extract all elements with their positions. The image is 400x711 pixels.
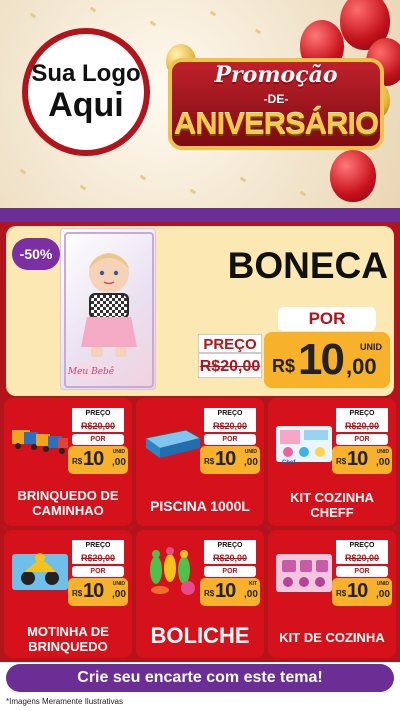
product-card[interactable]: PREÇO R$20,00 POR R$ 10 ,00 UNID BRINQUE… — [4, 398, 132, 526]
por-label: POR — [72, 566, 124, 577]
svg-text:Chef: Chef — [282, 460, 296, 466]
preco-label: PREÇO — [336, 408, 388, 420]
price-box: R$ 10 ,00 UNID — [68, 446, 128, 474]
header-banner: Sua Logo Aqui Promoção -DE- ANIVERSÁRIO — [0, 0, 400, 208]
featured-preco-label: PREÇO — [198, 334, 262, 353]
por-label: POR — [72, 434, 124, 445]
featured-price-int: 10 — [298, 335, 345, 384]
truck-toy-icon — [12, 430, 68, 454]
promo-de: -DE- — [263, 92, 289, 106]
featured-unit: UNID — [360, 342, 382, 352]
disclaimer: *Imagens Meramente Ilustrativas — [6, 697, 123, 706]
price-box: R$ 10 ,00 UNID — [332, 578, 392, 606]
price-cents: ,00 — [112, 457, 126, 468]
unit: UNID — [112, 581, 125, 587]
currency: R$ — [336, 589, 347, 598]
promo-sign: Promoção -DE- ANIVERSÁRIO — [160, 50, 392, 160]
preco-label: PREÇO — [72, 408, 124, 420]
old-price: R$20,00 — [204, 420, 256, 432]
currency: R$ — [72, 457, 83, 466]
por-label: POR — [204, 434, 256, 445]
product-card[interactable]: PREÇO R$20,00 POR R$ 10 ,00 UNID PISCINA… — [136, 398, 264, 526]
old-price: R$20,00 — [204, 552, 256, 564]
price-int: 10 — [215, 448, 236, 470]
preco-label: PREÇO — [336, 540, 388, 552]
old-price: R$20,00 — [72, 420, 124, 432]
pool-icon — [145, 429, 201, 458]
currency: R$ — [204, 457, 215, 466]
price-cents: ,00 — [244, 589, 258, 600]
price-box: R$ 10 ,00 UNID — [200, 446, 260, 474]
unit: UNID — [244, 449, 257, 455]
price-int: 10 — [83, 448, 104, 470]
toy-motorcycle-icon — [12, 553, 68, 590]
por-label: POR — [336, 566, 388, 577]
featured-price-cents: ,00 — [346, 354, 377, 379]
product-name: MOTINHA DE BRINQUEDO — [27, 624, 109, 654]
promo-title: Promoção — [214, 62, 338, 88]
price-box: R$ 10 ,00 UNID — [68, 578, 128, 606]
product-card[interactable]: Chef PREÇO R$20,00 POR R$ 10 ,00 UNID KI… — [268, 398, 396, 526]
product-name: PISCINA 1000L — [150, 498, 250, 514]
create-flyer-button[interactable]: Crie seu encarte com este tema! — [6, 664, 394, 692]
preco-label: PREÇO — [204, 408, 256, 420]
price-cents: ,00 — [112, 589, 126, 600]
old-price: R$20,00 — [72, 552, 124, 564]
discount-badge: -50% — [12, 238, 60, 270]
price-cents: ,00 — [244, 457, 258, 468]
bowling-pins-icon — [150, 547, 195, 595]
preco-label: PREÇO — [204, 540, 256, 552]
featured-por-label: POR — [278, 307, 376, 331]
currency: R$ — [72, 589, 83, 598]
featured-price: R$ 10 ,00 UNID — [264, 332, 390, 388]
por-label: POR — [204, 566, 256, 577]
logo-placeholder: Sua Logo Aqui — [22, 28, 150, 156]
price-cents: ,00 — [376, 457, 390, 468]
featured-currency: R$ — [272, 356, 296, 376]
kitchen-set-icon: Chef — [276, 426, 332, 466]
unit: KIT — [248, 581, 257, 587]
product-card[interactable]: PREÇO R$20,00 POR R$ 10 ,00 UNID KIT DE … — [268, 530, 396, 658]
unit: UNID — [376, 449, 389, 455]
preco-label: PREÇO — [72, 540, 124, 552]
logo-line-1: Sua Logo — [31, 60, 141, 87]
logo-line-2: Aqui — [48, 86, 124, 124]
old-price: R$20,00 — [336, 420, 388, 432]
featured-title: BONECA — [227, 245, 388, 286]
promo-aniversario: ANIVERSÁRIO — [173, 106, 379, 141]
box-brand: Meu Bebê — [67, 366, 114, 377]
price-box: R$ 10 ,00 KIT — [200, 578, 260, 606]
product-card[interactable]: PREÇO R$20,00 POR R$ 10 ,00 KIT BOLICHE — [136, 530, 264, 658]
product-name: KIT COZINHA CHEFF — [290, 490, 374, 520]
unit: UNID — [112, 449, 125, 455]
price-cents: ,00 — [376, 589, 390, 600]
price-int: 10 — [83, 580, 104, 602]
price-box: R$ 10 ,00 UNID — [332, 446, 392, 474]
product-name: KIT DE COZINHA — [279, 630, 385, 645]
product-card[interactable]: PREÇO R$20,00 POR R$ 10 ,00 UNID MOTINHA… — [4, 530, 132, 658]
price-int: 10 — [347, 448, 368, 470]
price-int: 10 — [347, 580, 368, 602]
currency: R$ — [204, 589, 215, 598]
price-int: 10 — [215, 580, 236, 602]
product-name: BRINQUEDO DE CAMINHAO — [17, 488, 119, 518]
old-price: R$20,00 — [336, 552, 388, 564]
doll-box-image: Meu Bebê — [60, 228, 156, 390]
por-label: POR — [336, 434, 388, 445]
doll-icon: Meu Bebê — [64, 232, 154, 388]
unit: UNID — [376, 581, 389, 587]
kitchen-kit-icon — [276, 554, 332, 592]
featured-old-price: R$20,00 — [198, 353, 262, 378]
currency: R$ — [336, 457, 347, 466]
header-divider — [0, 208, 400, 222]
product-name: BOLICHE — [150, 623, 250, 648]
